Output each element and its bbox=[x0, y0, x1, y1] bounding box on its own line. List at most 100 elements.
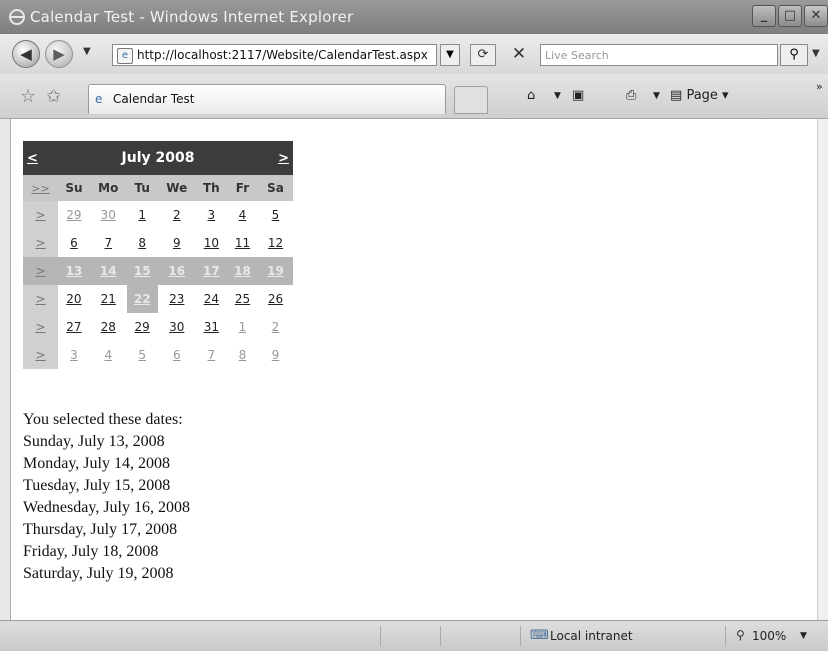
calendar-day[interactable]: 30 bbox=[90, 201, 127, 229]
calendar-day[interactable]: 26 bbox=[258, 285, 293, 313]
refresh-button[interactable]: ⟳ bbox=[470, 44, 496, 66]
select-week-link[interactable]: > bbox=[23, 201, 58, 229]
maximize-button[interactable]: □ bbox=[778, 5, 802, 27]
next-month-link[interactable]: > bbox=[258, 141, 293, 175]
calendar-month-title: July 2008 bbox=[121, 150, 195, 166]
calendar-day[interactable]: 8 bbox=[227, 341, 258, 369]
forward-arrow-icon: ▶ bbox=[53, 45, 65, 63]
tab-page-icon: e bbox=[95, 92, 103, 106]
more-commands-icon[interactable]: » bbox=[816, 80, 823, 93]
print-dropdown-icon[interactable]: ▼ bbox=[653, 91, 660, 101]
close-button[interactable]: ✕ bbox=[804, 5, 828, 27]
search-input[interactable]: Live Search bbox=[540, 44, 778, 66]
select-week-link[interactable]: > bbox=[23, 341, 58, 369]
calendar-day[interactable]: 11 bbox=[227, 229, 258, 257]
calendar-day[interactable]: 6 bbox=[158, 341, 196, 369]
calendar-day-selected[interactable]: 19 bbox=[258, 257, 293, 285]
search-button[interactable]: ⚲ bbox=[780, 44, 808, 66]
calendar-day[interactable]: 6 bbox=[58, 229, 90, 257]
select-week-link[interactable]: > bbox=[23, 257, 58, 285]
calendar-day-selected[interactable]: 13 bbox=[58, 257, 90, 285]
back-arrow-icon: ◀ bbox=[20, 45, 32, 63]
calendar-day[interactable]: 21 bbox=[90, 285, 127, 313]
calendar-day[interactable]: 2 bbox=[258, 313, 293, 341]
vertical-scrollbar[interactable] bbox=[817, 119, 828, 620]
calendar-day[interactable]: 25 bbox=[227, 285, 258, 313]
add-favorites-icon[interactable]: ✩ bbox=[46, 86, 61, 107]
status-divider bbox=[725, 626, 726, 646]
status-bar: ⌨ Local intranet ⚲ 100% ▼ bbox=[0, 620, 828, 651]
calendar-day[interactable]: 7 bbox=[196, 341, 227, 369]
calendar-day[interactable]: 30 bbox=[158, 313, 196, 341]
new-tab-button[interactable] bbox=[454, 86, 488, 114]
calendar-day[interactable]: 7 bbox=[90, 229, 127, 257]
address-url[interactable]: http://localhost:2117/Website/CalendarTe… bbox=[137, 48, 428, 62]
selected-date: Friday, July 18, 2008 bbox=[23, 543, 159, 560]
zoom-icon[interactable]: ⚲ bbox=[736, 628, 745, 642]
zoom-level[interactable]: 100% bbox=[752, 629, 786, 643]
calendar-week-row: > 27 28 29 30 31 1 2 bbox=[23, 313, 293, 341]
calendar-day[interactable]: 9 bbox=[258, 341, 293, 369]
address-bar[interactable]: e http://localhost:2117/Website/Calendar… bbox=[112, 44, 437, 66]
calendar-day[interactable]: 29 bbox=[127, 313, 158, 341]
select-week-link[interactable]: > bbox=[23, 285, 58, 313]
favorites-star-icon[interactable]: ☆ bbox=[20, 86, 36, 107]
calendar-day[interactable]: 3 bbox=[58, 341, 90, 369]
back-button[interactable]: ◀ bbox=[12, 40, 40, 68]
calendar-day-selected[interactable]: 14 bbox=[89, 257, 127, 285]
calendar-day[interactable]: 9 bbox=[158, 229, 196, 257]
stop-button[interactable]: ✕ bbox=[507, 44, 531, 66]
home-dropdown-icon[interactable]: ▼ bbox=[554, 91, 561, 101]
calendar-day[interactable]: 10 bbox=[196, 229, 227, 257]
calendar-day[interactable]: 20 bbox=[58, 285, 90, 313]
calendar-day[interactable]: 12 bbox=[258, 229, 293, 257]
tab-calendar-test[interactable]: e Calendar Test bbox=[88, 84, 446, 114]
search-options-dropdown-icon[interactable]: ▼ bbox=[812, 48, 820, 59]
prev-month-link[interactable]: < bbox=[23, 141, 58, 175]
zoom-dropdown-icon[interactable]: ▼ bbox=[800, 631, 807, 641]
calendar-day[interactable]: 23 bbox=[158, 285, 196, 313]
print-icon[interactable]: ⎙ bbox=[626, 88, 636, 103]
select-week-link[interactable]: > bbox=[23, 229, 58, 257]
minimize-button[interactable]: _ bbox=[752, 5, 776, 27]
calendar-day[interactable]: 1 bbox=[127, 201, 158, 229]
calendar-day[interactable]: 3 bbox=[196, 201, 227, 229]
calendar-day[interactable]: 31 bbox=[196, 313, 227, 341]
page-menu-button[interactable]: ▤ Page ▾ bbox=[670, 88, 729, 103]
calendar-day-selected[interactable]: 17 bbox=[195, 257, 227, 285]
select-week-link[interactable]: > bbox=[23, 313, 58, 341]
calendar-day[interactable]: 27 bbox=[58, 313, 90, 341]
address-dropdown-button[interactable]: ▼ bbox=[440, 44, 460, 66]
calendar-day[interactable]: 8 bbox=[127, 229, 158, 257]
calendar-day[interactable]: 24 bbox=[196, 285, 227, 313]
calendar-day[interactable]: 4 bbox=[90, 341, 127, 369]
refresh-icon: ⟳ bbox=[477, 47, 489, 62]
navigation-bar: ◀ ▶ ▼ e http://localhost:2117/Website/Ca… bbox=[0, 34, 828, 74]
status-divider bbox=[520, 626, 521, 646]
history-dropdown-icon[interactable]: ▼ bbox=[83, 46, 91, 57]
intranet-zone-icon: ⌨ bbox=[530, 628, 549, 643]
calendar-day[interactable]: 28 bbox=[90, 313, 127, 341]
calendar-day[interactable]: 29 bbox=[58, 201, 90, 229]
calendar-day-today[interactable]: 22 bbox=[126, 285, 158, 313]
calendar-day-selected[interactable]: 15 bbox=[126, 257, 158, 285]
select-month-link[interactable]: >> bbox=[23, 175, 58, 201]
feeds-icon[interactable]: ▣ bbox=[572, 88, 584, 103]
calendar-day-selected[interactable]: 16 bbox=[157, 257, 196, 285]
selected-date: Monday, July 14, 2008 bbox=[23, 455, 170, 472]
calendar-day[interactable]: 5 bbox=[127, 341, 158, 369]
calendar-day[interactable]: 1 bbox=[227, 313, 258, 341]
calendar-day-selected[interactable]: 18 bbox=[226, 257, 258, 285]
selected-date: Thursday, July 17, 2008 bbox=[23, 521, 178, 538]
selected-dates-list: You selected these dates: Sunday, July 1… bbox=[23, 409, 190, 585]
forward-button[interactable]: ▶ bbox=[45, 40, 73, 68]
calendar-day[interactable]: 5 bbox=[258, 201, 293, 229]
home-icon[interactable]: ⌂ bbox=[527, 88, 535, 103]
calendar-day[interactable]: 4 bbox=[227, 201, 258, 229]
search-icon: ⚲ bbox=[789, 47, 799, 62]
page-menu-label: Page bbox=[686, 88, 718, 103]
calendar-day[interactable]: 2 bbox=[158, 201, 196, 229]
command-bar: ☆ ✩ e Calendar Test ⌂ ▼ ▣ ⎙ ▼ ▤ Page ▾ » bbox=[0, 74, 828, 119]
dow-header: Su bbox=[65, 181, 83, 195]
dow-header: Tu bbox=[134, 181, 150, 195]
